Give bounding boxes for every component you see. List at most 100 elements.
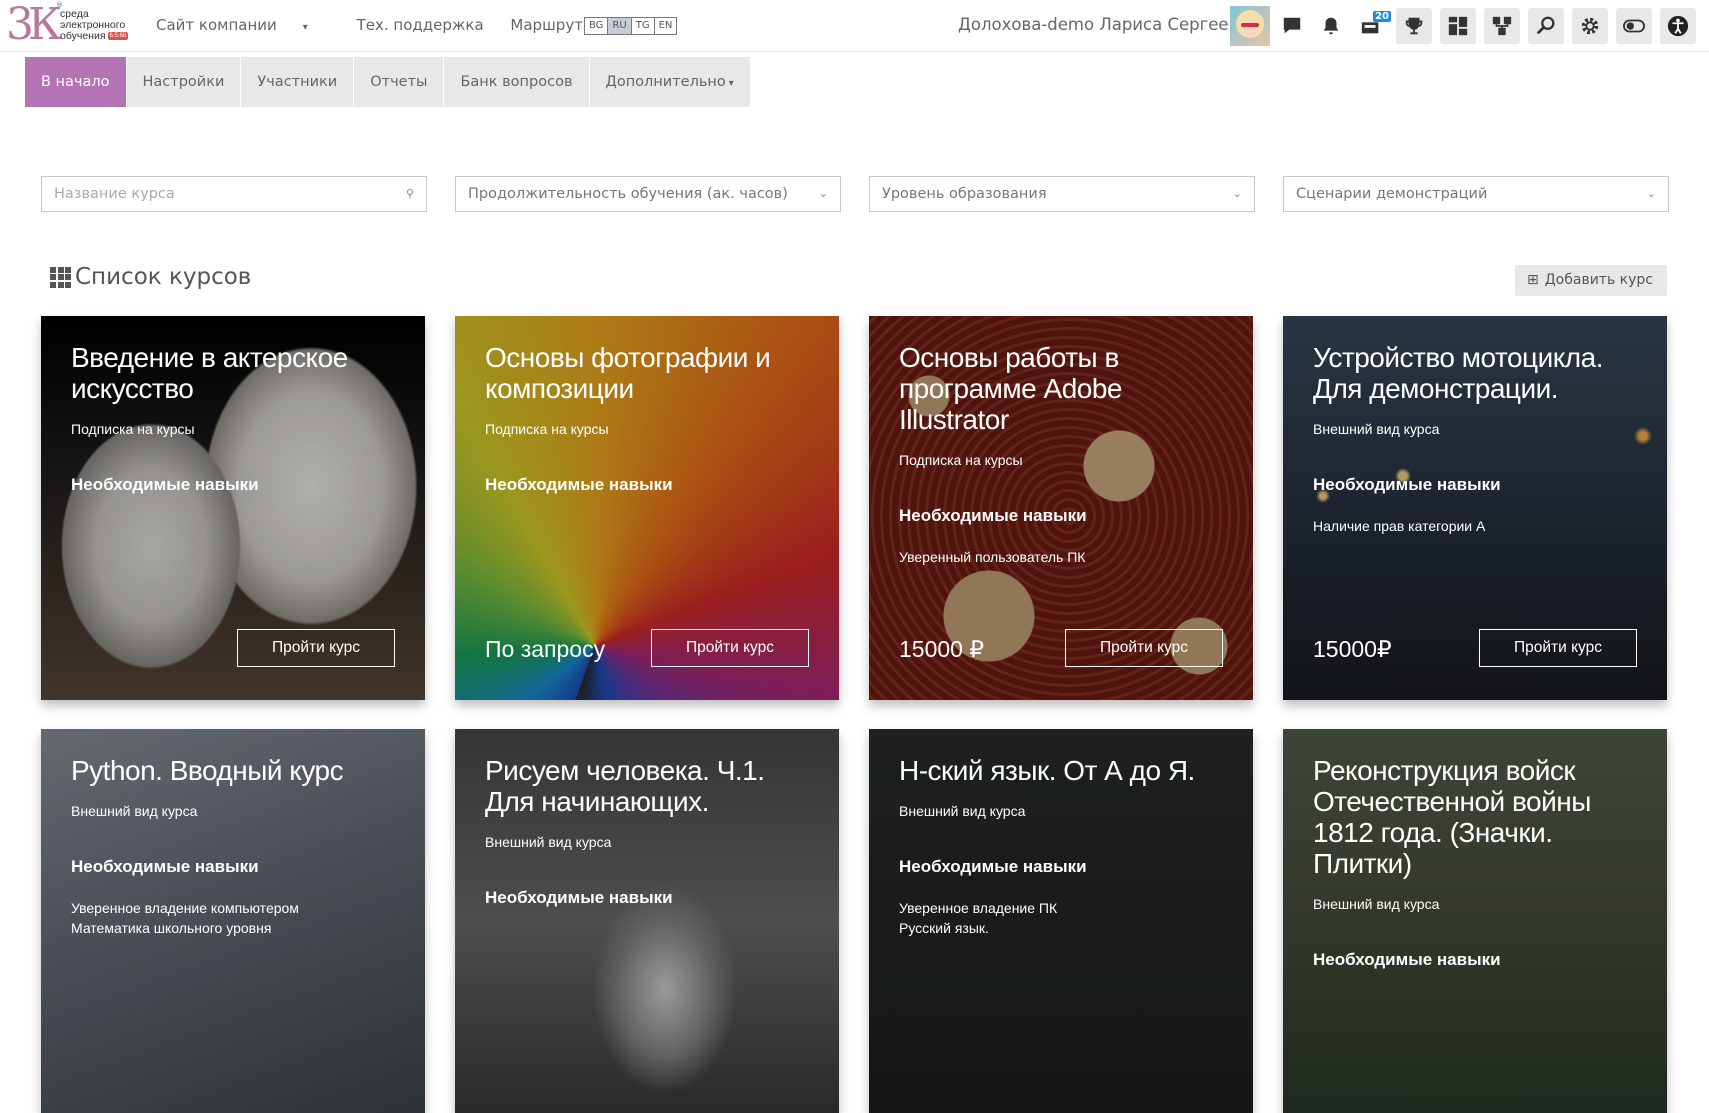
education-level-select[interactable]: Уровень образования ⌄	[869, 176, 1255, 212]
course-price: 15000 ₽	[899, 636, 984, 662]
course-title[interactable]: Устройство мотоцикла. Для демонстрации.	[1313, 342, 1643, 404]
skill-item: Наличие прав категории А	[1313, 518, 1486, 534]
logo-mark: 3К	[6, 0, 62, 50]
chevron-down-icon: ▾	[728, 78, 734, 89]
skill-item: Уверенный пользователь ПК	[899, 549, 1086, 565]
course-subtitle: Внешний вид курса	[1313, 421, 1440, 437]
card-content: Реконструкция войск Отечественной войны …	[1313, 755, 1643, 970]
dashboard-icon[interactable]	[1440, 8, 1476, 44]
menu-more-label: Дополнительно	[605, 74, 726, 90]
course-card[interactable]: Рисуем человека. Ч.1. Для начинающих. Вн…	[455, 729, 839, 1113]
menu-more[interactable]: Дополнительно ▾	[589, 57, 751, 107]
avatar-face	[1242, 18, 1258, 38]
course-card[interactable]: Устройство мотоцикла. Для демонстрации. …	[1283, 316, 1667, 700]
skills-heading: Необходимые навыки	[1313, 950, 1501, 969]
org-structure-icon[interactable]	[1484, 8, 1520, 44]
top-bar: 3К ® среда электронного обучения 6.5.6b С…	[0, 0, 1709, 52]
demo-scenarios-value: Сценарии демонстраций	[1296, 186, 1488, 202]
gear-icon[interactable]	[1572, 8, 1608, 44]
card-content: Н-ский язык. От А до Я. Внешний вид курс…	[899, 755, 1229, 936]
logo[interactable]: 3К ® среда электронного обучения 6.5.6b	[6, 1, 146, 51]
nav-company-site[interactable]: Сайт компании ▾	[156, 16, 330, 34]
take-course-button[interactable]: Пройти курс	[1479, 629, 1637, 667]
chevron-down-icon: ▾	[302, 22, 308, 33]
nav-support[interactable]: Тех. поддержка	[357, 16, 484, 34]
course-name-search[interactable]: Название курса ⚲	[41, 176, 427, 212]
avatar-glasses	[1241, 23, 1259, 27]
card-content: Основы работы в программе Adobe Illustra…	[899, 342, 1229, 565]
course-list-title: Список курсов	[50, 264, 251, 290]
language-switcher: BG RU TG EN	[584, 17, 678, 35]
chevron-down-icon: ⌄	[818, 187, 828, 200]
lang-tg[interactable]: TG	[630, 17, 655, 35]
card-content: Основы фотографии и композиции Подписка …	[485, 342, 815, 495]
grid-icon	[50, 266, 71, 288]
course-subtitle: Внешний вид курса	[485, 834, 612, 850]
badge-icon[interactable]: 20	[1353, 8, 1391, 44]
card-content: Рисуем человека. Ч.1. Для начинающих. Вн…	[485, 755, 815, 908]
education-level-value: Уровень образования	[882, 186, 1047, 202]
add-course-label: Добавить курс	[1544, 272, 1653, 288]
course-title[interactable]: Н-ский язык. От А до Я.	[899, 755, 1229, 786]
duration-value: Продолжительность обучения (ак. часов)	[468, 186, 788, 202]
course-card[interactable]: Python. Вводный курс Внешний вид курса Н…	[41, 729, 425, 1113]
bell-icon[interactable]	[1313, 8, 1349, 44]
trophy-icon[interactable]	[1396, 8, 1432, 44]
lang-ru[interactable]: RU	[607, 17, 632, 35]
take-course-button[interactable]: Пройти курс	[237, 629, 395, 667]
course-subtitle: Подписка на курсы	[899, 452, 1023, 468]
course-title[interactable]: Основы работы в программе Adobe Illustra…	[899, 342, 1229, 435]
skill-item: Математика школьного уровня	[71, 920, 272, 936]
course-card[interactable]: Основы фотографии и композиции Подписка …	[455, 316, 839, 700]
card-content: Python. Вводный курс Внешний вид курса Н…	[71, 755, 401, 936]
duration-select[interactable]: Продолжительность обучения (ак. часов) ⌄	[455, 176, 841, 212]
lang-en[interactable]: EN	[653, 17, 678, 35]
menu-question-bank[interactable]: Банк вопросов	[444, 57, 590, 107]
notification-badge: 20	[1373, 11, 1391, 22]
add-grid-icon: ⊞	[1527, 272, 1539, 288]
skills-heading: Необходимые навыки	[71, 475, 259, 494]
course-price: 15000₽	[1313, 636, 1392, 662]
user-name[interactable]: Долохова-demo Лариса Сергеевна	[958, 15, 1259, 34]
course-card[interactable]: Основы работы в программе Adobe Illustra…	[869, 316, 1253, 700]
take-course-button[interactable]: Пройти курс	[651, 629, 809, 667]
chat-icon[interactable]	[1274, 8, 1310, 44]
add-course-button[interactable]: ⊞ Добавить курс	[1515, 265, 1667, 296]
avatar[interactable]	[1230, 6, 1270, 46]
menu-settings[interactable]: Настройки	[126, 57, 242, 107]
course-title[interactable]: Python. Вводный курс	[71, 755, 401, 786]
course-price: По запросу	[485, 636, 606, 662]
chevron-down-icon: ⌄	[1232, 187, 1242, 200]
course-subtitle: Подписка на курсы	[485, 421, 609, 437]
course-title[interactable]: Реконструкция войск Отечественной войны …	[1313, 755, 1643, 879]
menu-participants[interactable]: Участники	[241, 57, 355, 107]
menu-reports[interactable]: Отчеты	[354, 57, 445, 107]
accessibility-icon[interactable]	[1660, 8, 1696, 44]
course-subtitle: Внешний вид курса	[899, 803, 1026, 819]
course-card[interactable]: Введение в актерское искусство Подписка …	[41, 316, 425, 700]
demo-scenarios-select[interactable]: Сценарии демонстраций ⌄	[1283, 176, 1669, 212]
logo-text: среда электронного обучения 6.5.6b	[60, 9, 129, 42]
course-subtitle: Внешний вид курса	[1313, 896, 1440, 912]
course-title[interactable]: Рисуем человека. Ч.1. Для начинающих.	[485, 755, 815, 817]
card-content: Введение в актерское искусство Подписка …	[71, 342, 401, 495]
course-title[interactable]: Введение в актерское искусство	[71, 342, 401, 404]
logo-text-line: обучения	[60, 30, 106, 42]
search-icon[interactable]	[1528, 8, 1564, 44]
version-badge: 6.5.6b	[107, 32, 129, 41]
skills-heading: Необходимые навыки	[899, 857, 1087, 876]
take-course-button[interactable]: Пройти курс	[1065, 629, 1223, 667]
skills-heading: Необходимые навыки	[485, 475, 673, 494]
course-title[interactable]: Основы фотографии и композиции	[485, 342, 815, 404]
menu-home[interactable]: В начало	[25, 57, 127, 107]
search-icon: ⚲	[405, 187, 414, 200]
course-card[interactable]: Н-ский язык. От А до Я. Внешний вид курс…	[869, 729, 1253, 1113]
search-placeholder: Название курса	[54, 186, 175, 202]
skill-item: Уверенное владение ПК	[899, 900, 1058, 916]
course-card[interactable]: Реконструкция войск Отечественной войны …	[1283, 729, 1667, 1113]
skills-heading: Необходимые навыки	[71, 857, 259, 876]
skills-heading: Необходимые навыки	[899, 506, 1087, 525]
lang-bg[interactable]: BG	[584, 17, 609, 35]
toggle-icon[interactable]	[1616, 8, 1652, 44]
course-list-title-text: Список курсов	[75, 264, 252, 290]
